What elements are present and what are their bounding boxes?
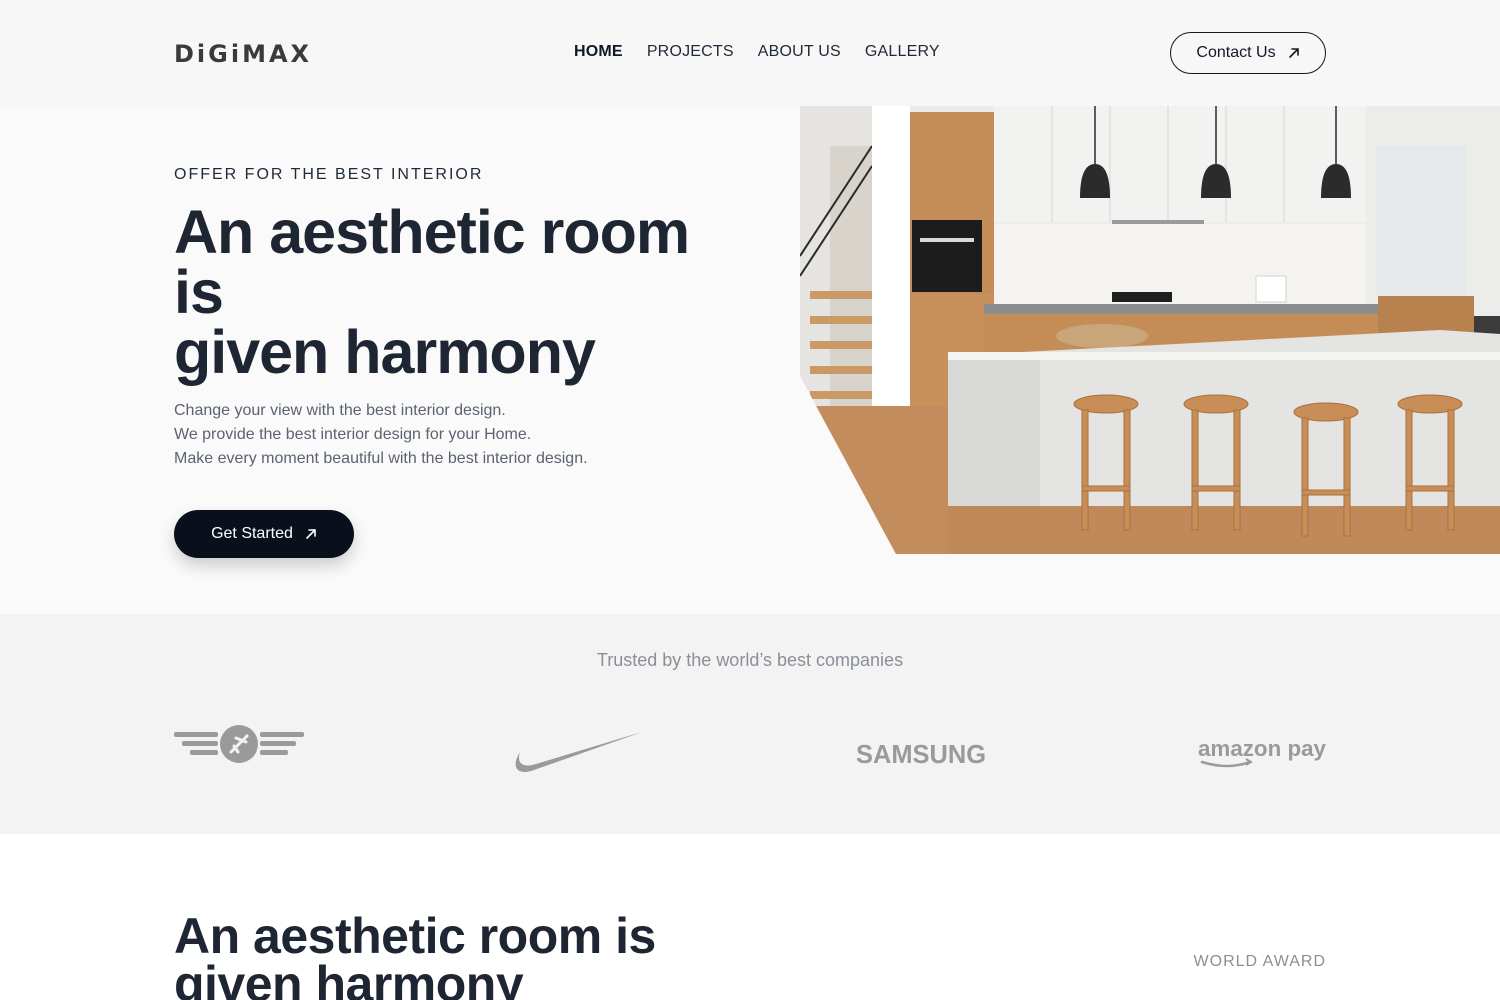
get-started-button[interactable]: Get Started xyxy=(174,510,354,558)
hero-section: OFFER FOR THE BEST INTERIOR An aesthetic… xyxy=(0,106,1500,614)
contact-us-button[interactable]: Contact Us xyxy=(1170,32,1326,74)
samsung-logo: SAMSUNG xyxy=(856,739,986,768)
svg-text:SAMSUNG: SAMSUNG xyxy=(856,739,986,768)
nike-swoosh-logo xyxy=(515,732,642,772)
amazon-pay-logo: amazon pay xyxy=(1198,736,1326,768)
hero-desc-line: Change your view with the best interior … xyxy=(174,402,506,419)
main-nav: HOME PROJECTS ABOUT US GALLERY xyxy=(574,43,940,61)
world-award-label: WORLD AWARD xyxy=(1193,953,1326,970)
aviation-wings-logo xyxy=(174,725,304,763)
hero-title: An aesthetic room is given harmony xyxy=(174,198,764,386)
section-title: An aesthetic room is given harmony xyxy=(174,908,656,1000)
nav-projects[interactable]: PROJECTS xyxy=(647,43,734,61)
hero-desc-line: Make every moment beautiful with the bes… xyxy=(174,450,588,467)
arrow-up-right-icon xyxy=(306,529,316,539)
nav-gallery[interactable]: GALLERY xyxy=(865,43,940,61)
svg-text:DiGiMAX: DiGiMAX xyxy=(174,40,312,68)
nav-home[interactable]: HOME xyxy=(574,43,623,61)
svg-text:amazon pay: amazon pay xyxy=(1198,736,1326,761)
kitchen-interior-image xyxy=(800,106,1500,554)
about-section: An aesthetic room is given harmony WORLD… xyxy=(0,834,1500,1000)
hero-eyebrow: OFFER FOR THE BEST INTERIOR xyxy=(174,166,484,183)
get-started-label: Get Started xyxy=(211,525,293,542)
hero-title-line: is xyxy=(174,258,224,326)
digimax-logo[interactable]: DiGiMAX xyxy=(174,36,334,70)
hero-description: Change your view with the best interior … xyxy=(174,399,588,471)
hero-title-line: given harmony xyxy=(174,318,596,386)
trusted-title: Trusted by the world’s best companies xyxy=(596,650,904,670)
trusted-companies-section: Trusted by the world’s best companies SA… xyxy=(0,614,1500,834)
hero-desc-line: We provide the best interior design for … xyxy=(174,426,532,443)
nav-about-us[interactable]: ABOUT US xyxy=(758,43,841,61)
arrow-up-right-icon xyxy=(1288,48,1299,58)
contact-us-label: Contact Us xyxy=(1196,44,1276,61)
site-header: DiGiMAX HOME PROJECTS ABOUT US GALLERY C… xyxy=(0,0,1500,106)
hero-title-line: An aesthetic room xyxy=(174,198,690,266)
